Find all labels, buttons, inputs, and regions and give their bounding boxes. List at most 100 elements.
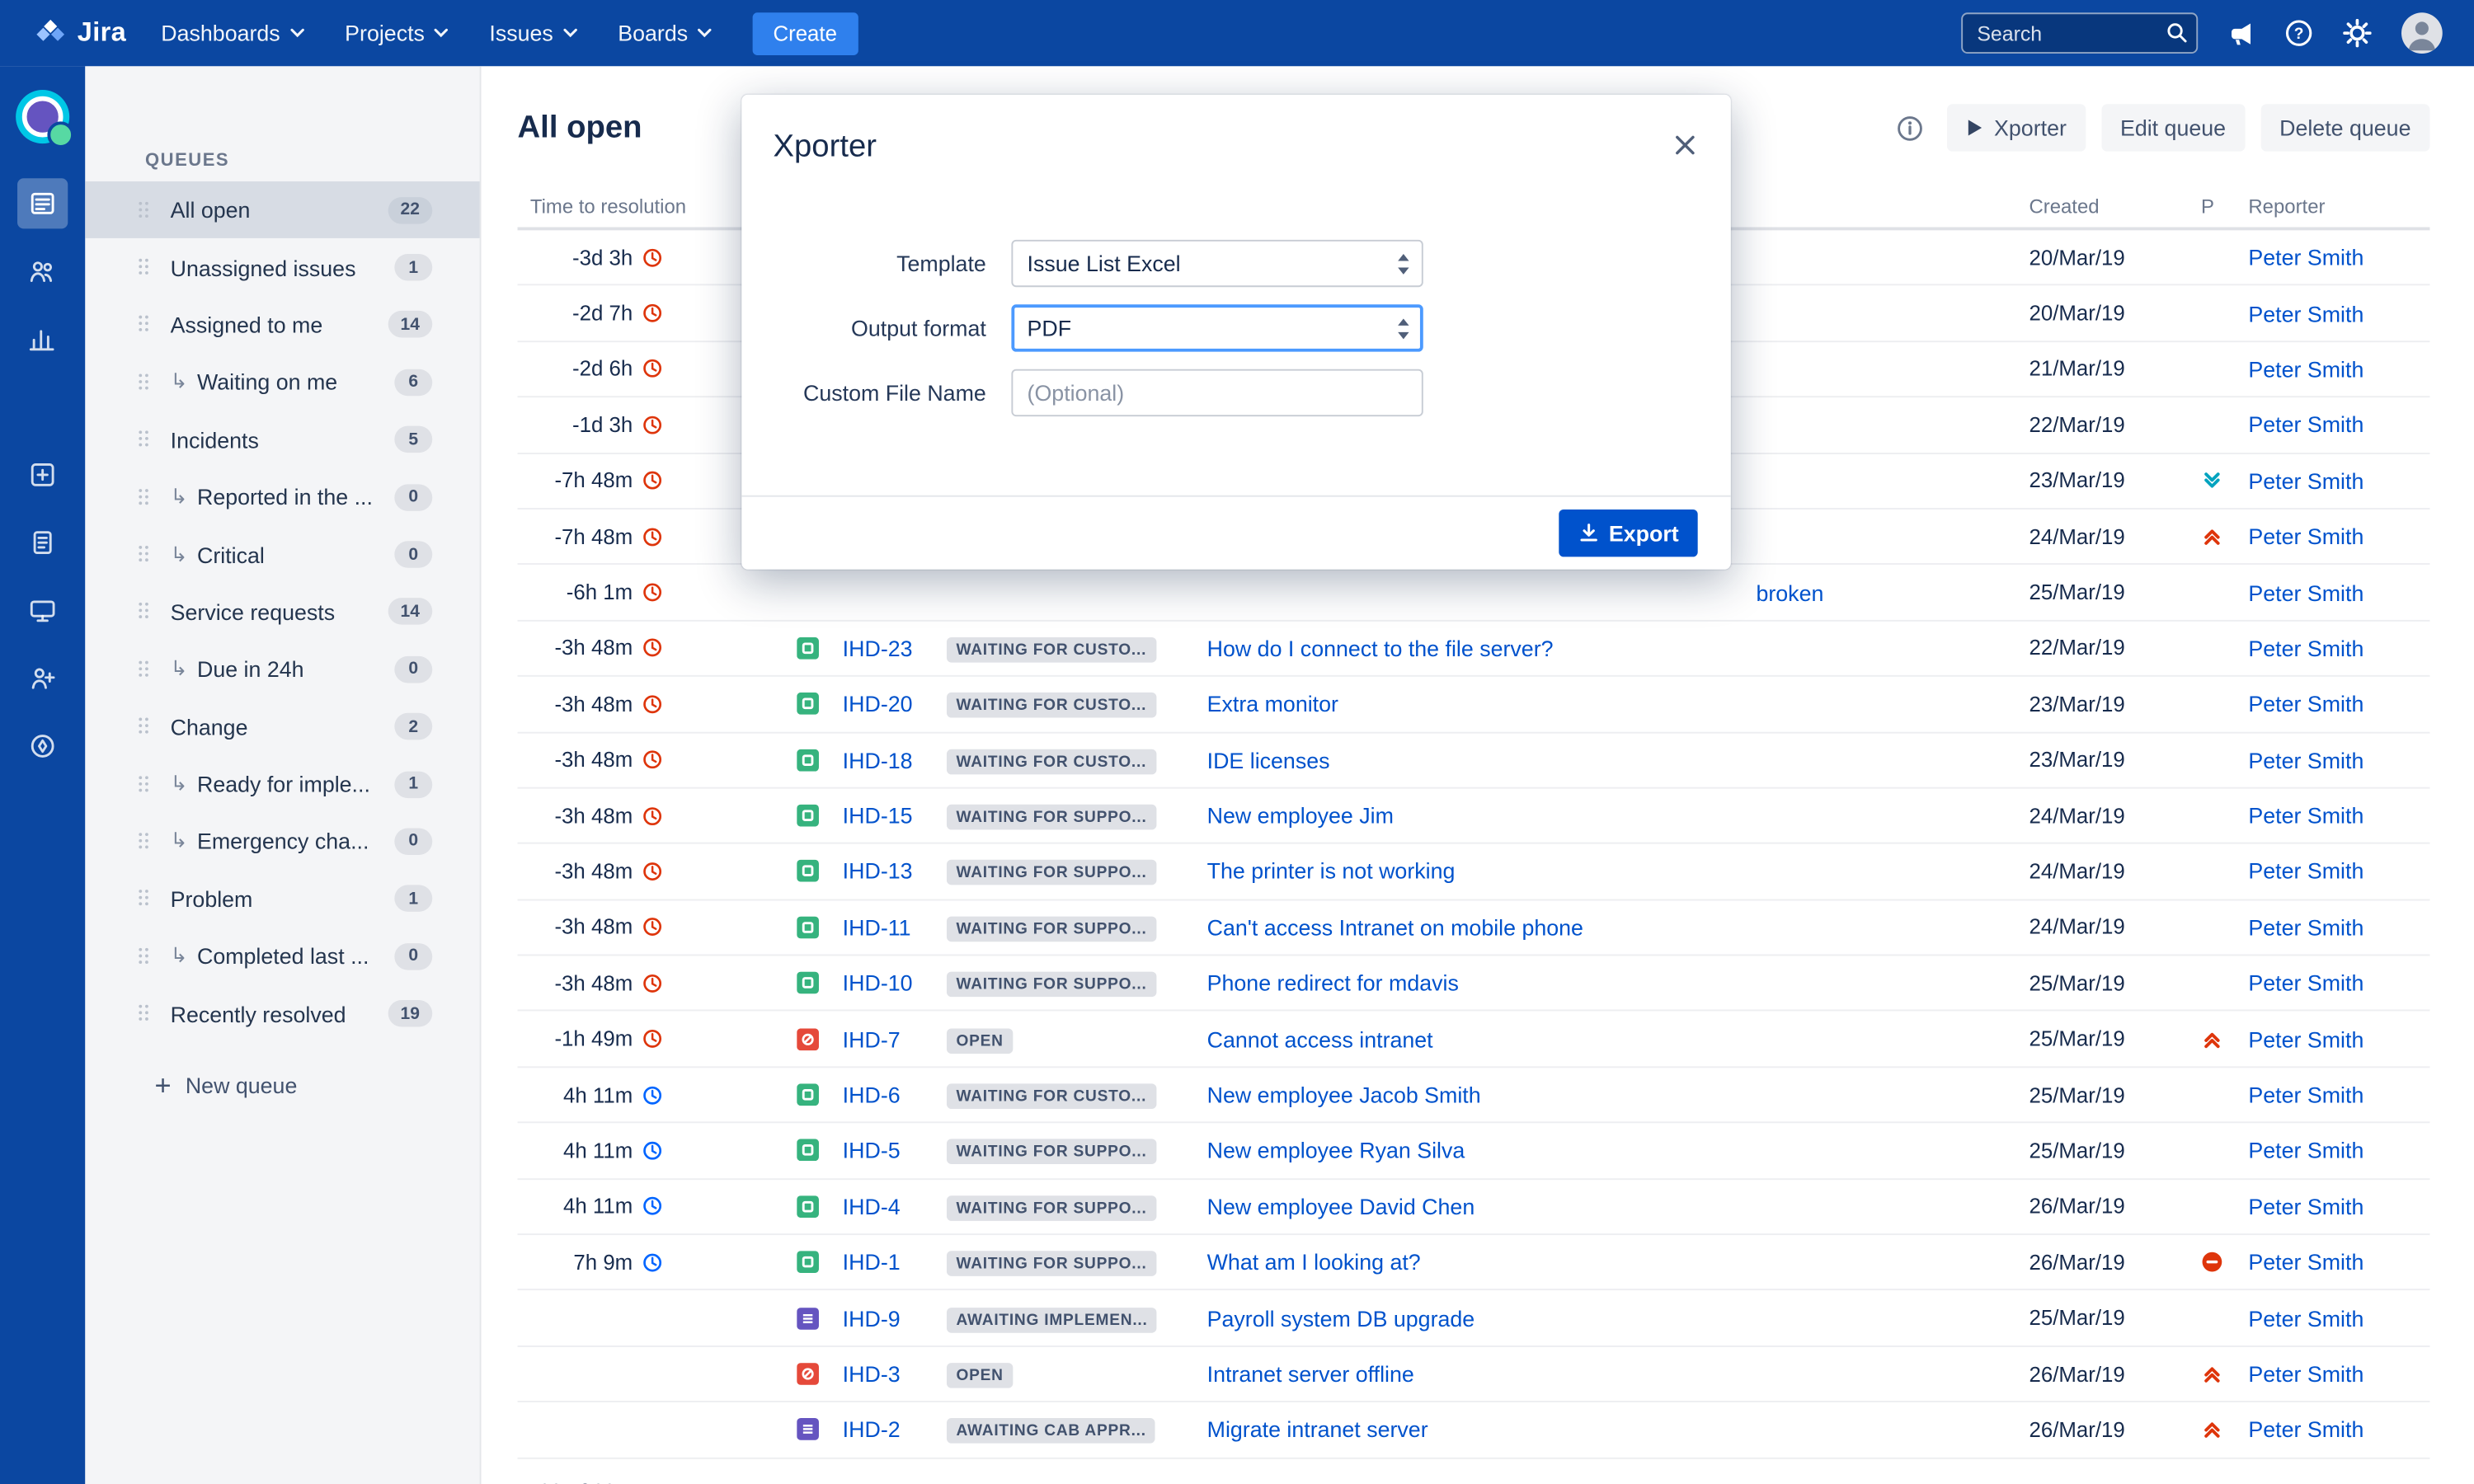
drag-handle-icon[interactable] [139, 431, 151, 448]
queue-change[interactable]: Change2 [85, 698, 479, 756]
column-reporter[interactable]: Reporter [2241, 195, 2430, 217]
export-button[interactable]: Export [1559, 510, 1698, 556]
knowledge-base-icon[interactable] [17, 518, 68, 568]
nav-projects[interactable]: Projects [345, 21, 448, 46]
project-avatar[interactable] [16, 90, 69, 143]
reporter-link[interactable]: Peter Smith [2248, 1417, 2363, 1443]
queue-completed-last[interactable]: ↳Completed last ...0 [85, 928, 479, 985]
drag-handle-icon[interactable] [139, 1005, 151, 1022]
edit-queue-button[interactable]: Edit queue [2101, 104, 2245, 151]
reporter-link[interactable]: Peter Smith [2248, 1250, 2363, 1275]
issue-key-link[interactable]: IHD-10 [843, 970, 913, 996]
reporter-link[interactable]: Peter Smith [2248, 1026, 2363, 1052]
customers-icon[interactable] [17, 246, 68, 296]
reporter-link[interactable]: Peter Smith [2248, 245, 2363, 270]
column-priority[interactable]: P [2193, 195, 2240, 217]
reporter-link[interactable]: Peter Smith [2248, 356, 2363, 382]
reporter-link[interactable]: Peter Smith [2248, 1305, 2363, 1331]
drag-handle-icon[interactable] [139, 259, 151, 276]
issue-key-link[interactable]: IHD-1 [843, 1250, 901, 1275]
reporter-link[interactable]: Peter Smith [2248, 301, 2363, 326]
drag-handle-icon[interactable] [139, 546, 151, 563]
issue-key-link[interactable]: IHD-23 [843, 636, 913, 661]
reporter-link[interactable]: Peter Smith [2248, 580, 2363, 605]
reporter-link[interactable]: Peter Smith [2248, 636, 2363, 661]
info-icon[interactable] [1896, 115, 1923, 142]
reporter-link[interactable]: Peter Smith [2248, 747, 2363, 773]
user-avatar[interactable] [2401, 12, 2443, 54]
issue-summary-link[interactable]: Cannot access intranet [1207, 1026, 1433, 1052]
custom-file-name-input[interactable] [1011, 369, 1423, 416]
reporter-link[interactable]: Peter Smith [2248, 468, 2363, 494]
drag-handle-icon[interactable] [139, 317, 151, 334]
drag-handle-icon[interactable] [139, 833, 151, 850]
invite-team-icon[interactable] [17, 653, 68, 703]
nav-boards[interactable]: Boards [618, 21, 712, 46]
nav-issues[interactable]: Issues [489, 21, 576, 46]
reporter-link[interactable]: Peter Smith [2248, 1194, 2363, 1219]
queues-icon[interactable] [17, 178, 68, 228]
issue-key-link[interactable]: IHD-20 [843, 692, 913, 717]
help-icon[interactable]: ? [2284, 19, 2312, 47]
template-select[interactable]: Issue List Excel [1011, 240, 1423, 287]
settings-icon[interactable] [2343, 19, 2371, 47]
issue-key-link[interactable]: IHD-7 [843, 1026, 901, 1052]
nav-dashboards[interactable]: Dashboards [161, 21, 303, 46]
issue-summary-link[interactable]: New employee Ryan Silva [1207, 1138, 1465, 1163]
queue-critical[interactable]: ↳Critical0 [85, 526, 479, 584]
drag-handle-icon[interactable] [139, 660, 151, 678]
issue-summary-link[interactable]: Payroll system DB upgrade [1207, 1305, 1475, 1331]
queue-assigned-to-me[interactable]: Assigned to me14 [85, 296, 479, 354]
reports-icon[interactable] [17, 314, 68, 364]
create-button[interactable]: Create [753, 12, 858, 54]
issue-summary-link[interactable]: broken [1756, 580, 1823, 605]
discover-apps-icon[interactable] [17, 721, 68, 771]
issue-summary-link[interactable]: New employee Jim [1207, 803, 1394, 829]
new-queue-button[interactable]: + New queue [85, 1071, 479, 1099]
reporter-link[interactable]: Peter Smith [2248, 970, 2363, 996]
queue-recently-resolved[interactable]: Recently resolved19 [85, 985, 479, 1043]
issue-summary-link[interactable]: Extra monitor [1207, 692, 1338, 717]
search-box[interactable] [1961, 12, 2198, 54]
reporter-link[interactable]: Peter Smith [2248, 1082, 2363, 1108]
queue-unassigned-issues[interactable]: Unassigned issues1 [85, 239, 479, 297]
reporter-link[interactable]: Peter Smith [2248, 524, 2363, 549]
issue-summary-link[interactable]: Migrate intranet server [1207, 1417, 1428, 1443]
drag-handle-icon[interactable] [139, 201, 151, 218]
issue-summary-link[interactable]: What am I looking at? [1207, 1250, 1421, 1275]
reporter-link[interactable]: Peter Smith [2248, 914, 2363, 940]
raise-request-icon[interactable] [17, 449, 68, 500]
jira-logo[interactable]: Jira [35, 17, 126, 49]
issue-key-link[interactable]: IHD-2 [843, 1417, 901, 1443]
queue-emergency-cha[interactable]: ↳Emergency cha...0 [85, 813, 479, 871]
issue-summary-link[interactable]: New employee Jacob Smith [1207, 1082, 1481, 1108]
close-icon[interactable] [1674, 134, 1696, 157]
drag-handle-icon[interactable] [139, 947, 151, 965]
reporter-link[interactable]: Peter Smith [2248, 859, 2363, 885]
issue-summary-link[interactable]: How do I connect to the file server? [1207, 636, 1554, 661]
queue-all-open[interactable]: All open22 [85, 181, 479, 239]
search-input[interactable] [1961, 12, 2198, 54]
issue-summary-link[interactable]: Phone redirect for mdavis [1207, 970, 1459, 996]
issue-key-link[interactable]: IHD-4 [843, 1194, 901, 1219]
issue-summary-link[interactable]: New employee David Chen [1207, 1194, 1475, 1219]
reporter-link[interactable]: Peter Smith [2248, 1361, 2363, 1387]
issue-key-link[interactable]: IHD-6 [843, 1082, 901, 1108]
drag-handle-icon[interactable] [139, 603, 151, 621]
issue-key-link[interactable]: IHD-11 [843, 914, 911, 940]
drag-handle-icon[interactable] [139, 890, 151, 908]
announcements-icon[interactable] [2228, 20, 2255, 47]
queue-waiting-on-me[interactable]: ↳Waiting on me6 [85, 354, 479, 411]
drag-handle-icon[interactable] [139, 718, 151, 735]
reporter-link[interactable]: Peter Smith [2248, 1138, 2363, 1163]
queue-due-in-24h[interactable]: ↳Due in 24h0 [85, 641, 479, 698]
reporter-link[interactable]: Peter Smith [2248, 412, 2363, 438]
issue-summary-link[interactable]: IDE licenses [1207, 747, 1330, 773]
drag-handle-icon[interactable] [139, 488, 151, 505]
drag-handle-icon[interactable] [139, 373, 151, 391]
reporter-link[interactable]: Peter Smith [2248, 692, 2363, 717]
queue-problem[interactable]: Problem1 [85, 871, 479, 928]
issue-summary-link[interactable]: The printer is not working [1207, 859, 1456, 885]
queue-ready-for-imple[interactable]: ↳Ready for imple...1 [85, 755, 479, 813]
issue-summary-link[interactable]: Intranet server offline [1207, 1361, 1414, 1387]
